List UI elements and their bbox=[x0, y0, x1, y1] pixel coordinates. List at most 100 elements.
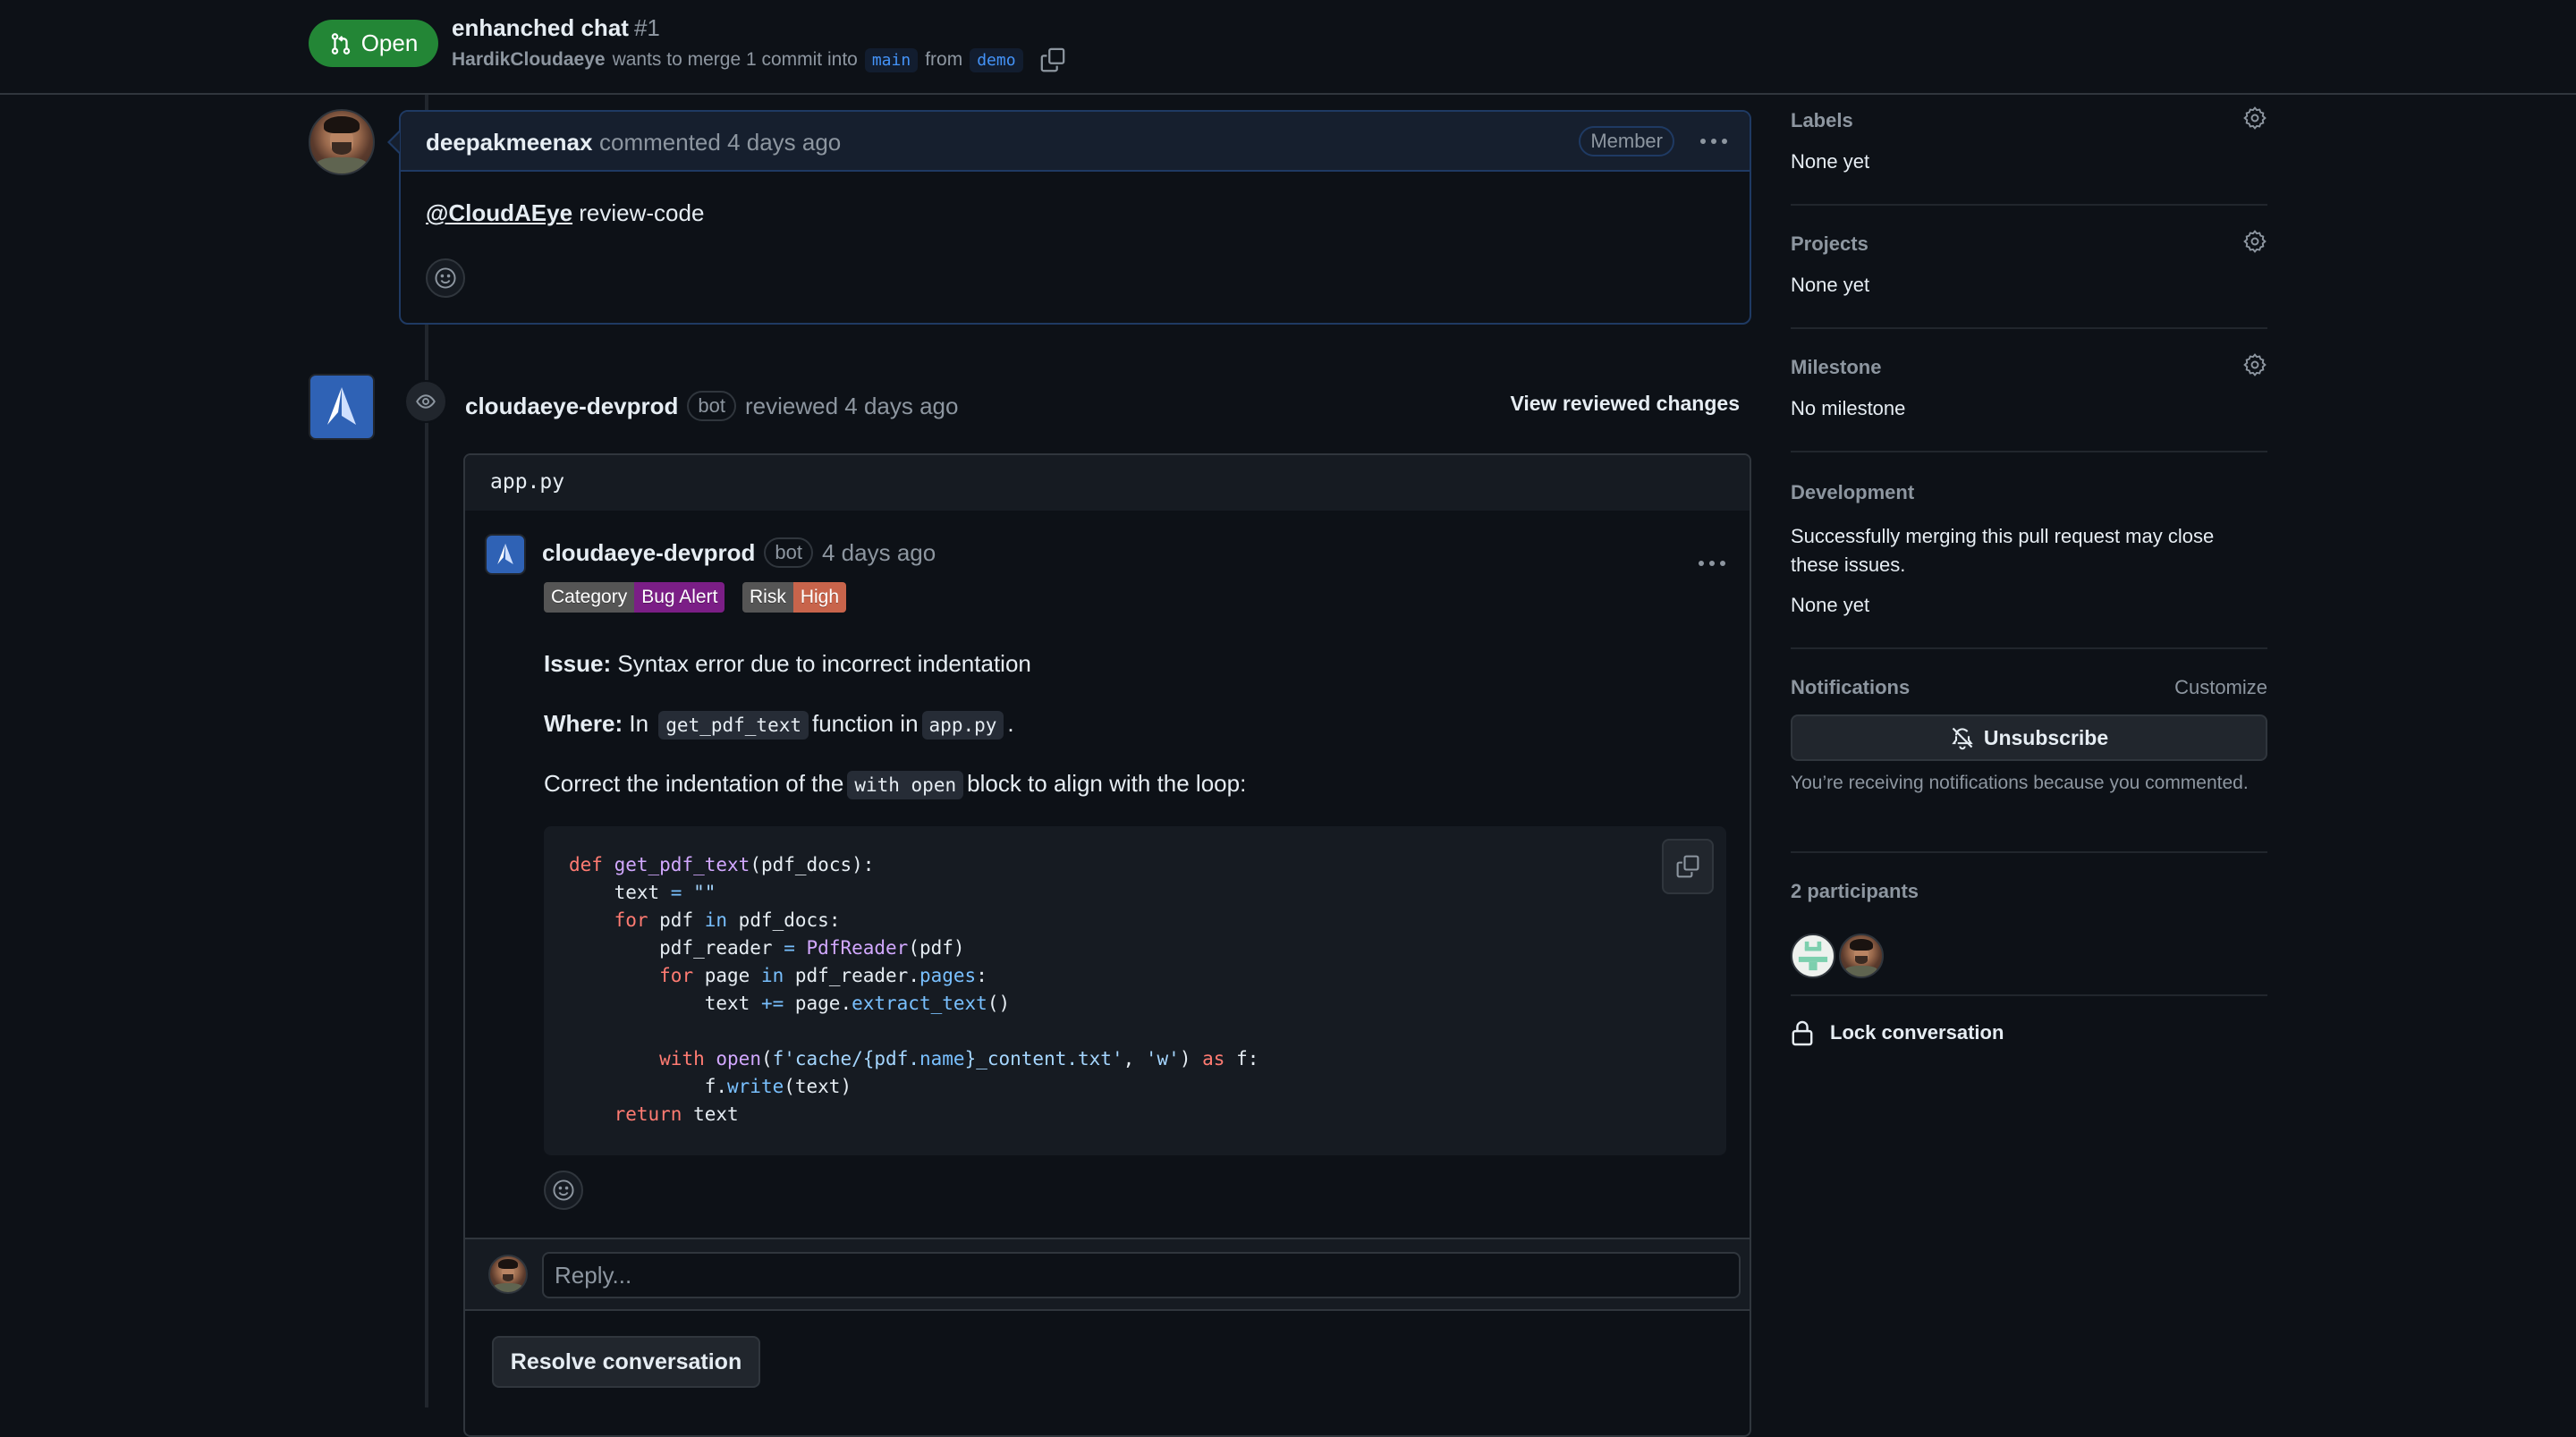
eye-icon bbox=[416, 394, 436, 409]
gear-icon[interactable] bbox=[2242, 352, 2267, 377]
lock-conversation-label: Lock conversation bbox=[1830, 1021, 2004, 1044]
inline-comment-timestamp[interactable]: 4 days ago bbox=[822, 539, 936, 567]
sidebar-development: Development Successfully merging this pu… bbox=[1791, 452, 2267, 649]
comment-timestamp[interactable]: commented 4 days ago bbox=[599, 129, 841, 156]
sidebar-notifications-title: Notifications bbox=[1791, 676, 1911, 698]
where-paragraph: Where: In get_pdf_text function in app.py. bbox=[544, 710, 1014, 740]
file-header: app.py bbox=[465, 455, 1750, 511]
git-pull-request-icon bbox=[331, 32, 350, 55]
sidebar-development-title: Development bbox=[1791, 481, 1915, 503]
correct-pre: Correct the indentation of the bbox=[544, 770, 844, 797]
where-post: . bbox=[1007, 710, 1014, 737]
bell-slash-icon bbox=[1952, 727, 1973, 750]
inline-code: get_pdf_text bbox=[658, 711, 809, 740]
sidebar-projects-value: None yet bbox=[1791, 274, 1870, 296]
comment-text: review-code bbox=[572, 199, 705, 226]
add-reaction-button[interactable] bbox=[426, 258, 465, 298]
sidebar-labels: Labels None yet bbox=[1791, 95, 2267, 206]
shield-key: Category bbox=[544, 582, 635, 613]
review-event-badge bbox=[404, 380, 447, 423]
kebab-horizontal-icon[interactable] bbox=[1696, 132, 1732, 150]
bot-badge: bot bbox=[764, 537, 813, 568]
code-block: def get_pdf_text(pdf_docs): text = "" fo… bbox=[544, 826, 1726, 1155]
bot-avatar[interactable] bbox=[485, 534, 526, 575]
pr-title: enhanched chat #1 bbox=[452, 14, 660, 42]
bot-badge: bot bbox=[687, 391, 736, 421]
shield-key: Risk bbox=[742, 582, 793, 613]
sidebar-milestone-title[interactable]: Milestone bbox=[1791, 356, 1881, 379]
sidebar-milestone-value: No milestone bbox=[1791, 397, 1906, 419]
reply-input[interactable] bbox=[542, 1252, 1741, 1298]
code-line: text += page.extract_text() bbox=[569, 993, 1011, 1014]
code-content: def get_pdf_text(pdf_docs): text = "" fo… bbox=[569, 851, 1258, 1128]
category-shield: Category Bug Alert bbox=[544, 582, 725, 613]
smiley-icon bbox=[553, 1179, 574, 1201]
risk-shield: Risk High bbox=[742, 582, 847, 613]
sidebar-labels-value: None yet bbox=[1791, 150, 1870, 173]
sidebar-projects-title[interactable]: Projects bbox=[1791, 232, 1868, 256]
kebab-horizontal-icon[interactable] bbox=[1694, 554, 1730, 572]
lock-conversation-button[interactable]: Lock conversation bbox=[1791, 1019, 2004, 1046]
user-mention[interactable]: @CloudAEye bbox=[426, 199, 572, 226]
code-line: text = "" bbox=[569, 882, 716, 903]
view-reviewed-changes-link[interactable]: View reviewed changes bbox=[1510, 392, 1740, 416]
lock-icon bbox=[1792, 1020, 1813, 1046]
sidebar-notifications: Notifications Customize Unsubscribe You’… bbox=[1791, 649, 2267, 853]
customize-notifications-link[interactable]: Customize bbox=[2174, 676, 2267, 699]
from-text: from bbox=[925, 49, 963, 70]
reviewer-name[interactable]: cloudaeye-devprod bbox=[465, 393, 678, 420]
copy-icon[interactable] bbox=[1039, 46, 1066, 73]
review-timestamp[interactable]: reviewed 4 days ago bbox=[745, 393, 958, 420]
review-thread: app.py cloudaeye-devprod bot 4 days ago … bbox=[463, 453, 1751, 1437]
add-reaction-button[interactable] bbox=[544, 1171, 583, 1210]
inline-code: app.py bbox=[921, 711, 1004, 740]
sidebar-lock: Lock conversation bbox=[1791, 996, 2267, 1068]
member-badge: Member bbox=[1579, 126, 1674, 156]
shield-value: High bbox=[792, 582, 847, 613]
notification-reason: You’re receiving notifications because y… bbox=[1791, 773, 2249, 793]
copy-icon bbox=[1676, 855, 1699, 878]
gear-icon[interactable] bbox=[2242, 229, 2267, 254]
issue-paragraph: Issue: Syntax error due to incorrect ind… bbox=[544, 650, 1031, 678]
reply-area bbox=[465, 1238, 1750, 1311]
unsubscribe-button[interactable]: Unsubscribe bbox=[1791, 714, 2267, 761]
gear-icon[interactable] bbox=[2242, 106, 2267, 131]
bot-avatar[interactable] bbox=[309, 374, 375, 440]
correct-post: block to align with the loop: bbox=[967, 770, 1247, 797]
inline-code: with open bbox=[847, 771, 964, 799]
smiley-icon bbox=[435, 267, 456, 289]
participant-avatar[interactable] bbox=[1791, 934, 1835, 978]
pr-author-link[interactable]: HardikCloudaeye bbox=[452, 49, 606, 71]
comment-card: deepakmeenax commented 4 days ago Member… bbox=[399, 110, 1751, 325]
cloudaeye-logo-icon bbox=[497, 543, 513, 564]
pr-subtitle: HardikCloudaeye wants to merge 1 commit … bbox=[452, 46, 1066, 73]
unsubscribe-label: Unsubscribe bbox=[1983, 725, 2109, 749]
resolve-conversation-button[interactable]: Resolve conversation bbox=[492, 1336, 760, 1388]
inline-comment-author[interactable]: cloudaeye-devprod bbox=[542, 539, 755, 567]
sidebar-milestone: Milestone No milestone bbox=[1791, 329, 2267, 452]
avatar[interactable] bbox=[309, 109, 375, 175]
base-branch[interactable]: main bbox=[864, 47, 919, 72]
pr-header: Open enhanched chat #1 HardikCloudaeye wa… bbox=[0, 0, 2576, 95]
code-line: for page in pdf_reader.pages: bbox=[659, 965, 987, 986]
participant-avatar[interactable] bbox=[1839, 934, 1884, 978]
sidebar-labels-title[interactable]: Labels bbox=[1791, 109, 1853, 132]
sidebar-development-value: None yet bbox=[1791, 594, 1870, 616]
head-branch[interactable]: demo bbox=[970, 47, 1023, 72]
file-name[interactable]: app.py bbox=[490, 470, 564, 494]
comment-pointer-fill bbox=[390, 132, 400, 152]
code-line: for pdf in pdf_docs: bbox=[614, 909, 841, 931]
pr-state-badge: Open bbox=[309, 20, 438, 67]
code-line: return text bbox=[614, 1103, 739, 1125]
avatar bbox=[488, 1255, 528, 1294]
copy-code-button[interactable] bbox=[1662, 839, 1714, 894]
merge-text: wants to merge 1 commit into bbox=[612, 49, 858, 70]
comment-body: @CloudAEye review-code bbox=[426, 199, 704, 227]
comment-author[interactable]: deepakmeenax bbox=[426, 129, 592, 156]
pr-state-label: Open bbox=[360, 30, 419, 56]
code-line: def get_pdf_text(pdf_docs): bbox=[569, 854, 875, 875]
where-mid: function in bbox=[812, 710, 919, 737]
issue-label: Issue: bbox=[544, 650, 612, 677]
sidebar-projects: Projects None yet bbox=[1791, 206, 2267, 329]
